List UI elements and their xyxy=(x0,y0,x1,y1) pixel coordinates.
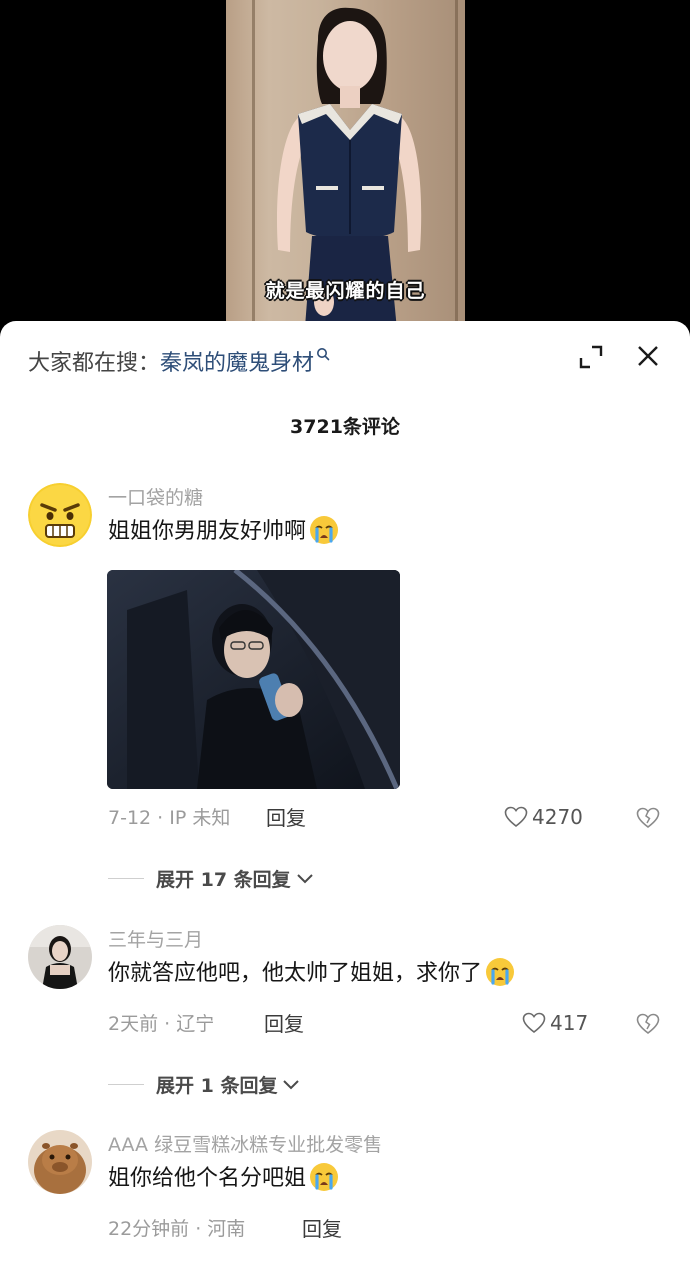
comment-image[interactable] xyxy=(107,570,400,789)
search-prefix: 大家都在搜： xyxy=(28,351,161,376)
comment-item: AAA 绿豆雪糕冰糕专业批发零售 姐你给他个名分吧姐 22分钟前 · 河南 回复 xyxy=(0,1130,690,1260)
expand-replies-label: 展开 17 条回复 xyxy=(156,869,291,891)
heart-icon xyxy=(522,1012,546,1034)
search-suggestion[interactable]: 大家都在搜：秦岚的魔鬼身材 xyxy=(28,345,330,377)
angry-face-avatar-icon[interactable] xyxy=(28,483,92,547)
comment-text: 姐姐你男朋友好帅啊 xyxy=(108,516,339,547)
comment-username[interactable]: AAA 绿豆雪糕冰糕专业批发零售 xyxy=(108,1130,382,1157)
comment-count-title: 3721条评论 xyxy=(290,416,400,438)
expand-replies-button[interactable]: 展开 17 条回复 xyxy=(108,865,315,892)
fullscreen-icon[interactable] xyxy=(578,344,604,370)
comment-text: 姐你给他个名分吧姐 xyxy=(108,1163,339,1194)
comment-item: 一口袋的糖 姐姐你男朋友好帅啊 7-12 · IP 未知 回复 4270 展开 … xyxy=(0,483,690,891)
video-subtitle: 就是最闪耀的自己 xyxy=(265,280,426,302)
like-count: 417 xyxy=(550,1011,589,1035)
heart-icon xyxy=(504,806,528,828)
comment-item: 三年与三月 你就答应他吧，他太帅了姐姐，求你了 2天前 · 辽宁 回复 417 … xyxy=(0,925,690,1098)
reply-button[interactable]: 回复 xyxy=(266,802,306,831)
comment-text: 你就答应他吧，他太帅了姐姐，求你了 xyxy=(108,958,515,989)
like-count: 4270 xyxy=(532,805,583,829)
comment-text-content: 姐姐你男朋友好帅啊 xyxy=(108,519,307,544)
comment-meta: 2天前 · 辽宁 xyxy=(108,1013,215,1035)
reply-button[interactable]: 回复 xyxy=(264,1008,304,1037)
expand-divider xyxy=(108,1084,144,1085)
like-button[interactable]: 4270 xyxy=(504,805,583,829)
search-icon xyxy=(317,348,330,361)
comment-meta: 22分钟前 · 河南 xyxy=(108,1218,246,1240)
chevron-down-icon xyxy=(296,873,313,883)
comment-sheet: 大家都在搜：秦岚的魔鬼身材 3721条评论 一口袋的糖 姐姐你男朋友好帅啊 7-… xyxy=(0,321,690,1268)
comment-text-content: 你就答应他吧，他太帅了姐姐，求你了 xyxy=(108,961,483,986)
reply-button[interactable]: 回复 xyxy=(302,1213,342,1242)
expand-replies-button[interactable]: 展开 1 条回复 xyxy=(108,1071,301,1098)
expand-replies-label: 展开 1 条回复 xyxy=(156,1075,278,1097)
person-photo-avatar[interactable] xyxy=(28,925,92,989)
comment-username[interactable]: 一口袋的糖 xyxy=(108,483,203,510)
crying-face-icon xyxy=(486,958,515,986)
broken-heart-icon[interactable] xyxy=(636,806,660,830)
comment-text-content: 姐你给他个名分吧姐 xyxy=(108,1166,307,1191)
broken-heart-icon[interactable] xyxy=(636,1012,660,1036)
search-term-link[interactable]: 秦岚的魔鬼身材 xyxy=(160,351,314,376)
chevron-down-icon xyxy=(283,1079,300,1089)
expand-divider xyxy=(108,878,144,879)
comment-meta: 7-12 · IP 未知 xyxy=(108,807,231,829)
crying-face-icon xyxy=(310,516,339,544)
close-icon[interactable] xyxy=(636,344,660,368)
video-player[interactable]: 就是最闪耀的自己 xyxy=(0,0,690,340)
comment-username[interactable]: 三年与三月 xyxy=(108,925,203,952)
like-button[interactable]: 417 xyxy=(522,1011,588,1035)
crying-face-icon xyxy=(310,1163,339,1191)
capybara-avatar[interactable] xyxy=(28,1130,92,1194)
